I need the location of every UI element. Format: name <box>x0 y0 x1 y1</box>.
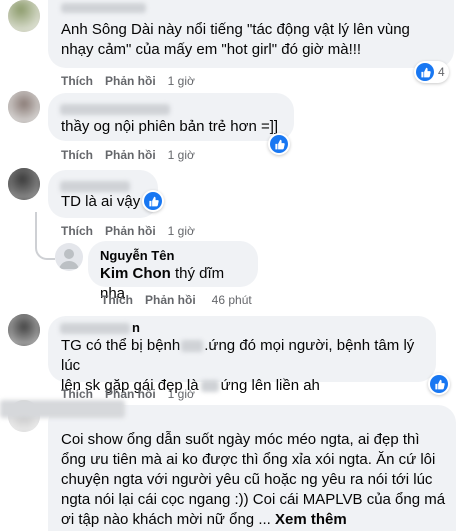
default-avatar[interactable] <box>55 243 83 271</box>
comment-bubble: Anh Sông Dài này nổi tiếng "tác động vật… <box>48 0 454 68</box>
reaction-summary[interactable] <box>428 373 450 395</box>
like-icon <box>144 192 162 210</box>
thread-line <box>35 212 37 242</box>
blurred-author-name <box>60 99 170 119</box>
like-link[interactable]: Thích <box>61 224 93 238</box>
reply-bubble: Nguyễn Tên Kim Chon thý dĩm nha <box>88 241 258 302</box>
comment-text: TG có thể bị bệnh .ứng đó mọi người, bệnh… <box>61 337 415 374</box>
comment-text: thầy og nội phiên bản trẻ hơn =]] <box>61 118 279 135</box>
timestamp[interactable]: 1 giờ <box>168 148 195 162</box>
user-silhouette-icon <box>59 249 79 269</box>
reaction-summary[interactable] <box>142 190 164 212</box>
like-icon <box>430 375 448 393</box>
avatar[interactable] <box>8 91 40 123</box>
comment-author[interactable]: Nguyễn Tên <box>100 247 246 264</box>
reaction-count: 4 <box>438 65 445 79</box>
comment-actions: Thích Phản hồi 1 giờ <box>61 224 195 238</box>
censored-text <box>200 380 219 393</box>
avatar[interactable] <box>8 168 40 200</box>
comment-text: Coi show ổng dẫn suốt ngày móc méo ngta,… <box>61 431 420 448</box>
comment-actions: Thích Phản hồi 46 phút <box>101 293 252 307</box>
comment-text: chuyện ngta với người yêu cũ hoặc ng yêu… <box>61 471 433 488</box>
reaction-summary[interactable] <box>268 133 290 155</box>
see-more-link[interactable]: Xem thêm <box>275 511 347 528</box>
reply-link[interactable]: Phản hồi <box>105 74 156 88</box>
censored-text <box>181 340 204 353</box>
timestamp[interactable]: 1 giờ <box>168 224 195 238</box>
like-link[interactable]: Thích <box>61 74 93 88</box>
timestamp[interactable]: 1 giờ <box>168 74 195 88</box>
like-link[interactable]: Thích <box>101 293 133 307</box>
timestamp[interactable]: 46 phút <box>212 293 252 307</box>
blurred-author-name <box>0 399 125 419</box>
blurred-author-name <box>61 0 146 14</box>
comment-text: ổng ưu tiên mà ai ko được thì ổng xỉa xó… <box>61 451 436 468</box>
tagged-user[interactable]: Kim Chon <box>100 265 171 282</box>
avatar[interactable] <box>8 314 40 346</box>
reply-link[interactable]: Phản hồi <box>105 224 156 238</box>
comment-bubble: TD là ai vậy <box>48 170 158 218</box>
comment-bubble: n TG có thể bị bệnh .ứng đó mọi người, bệ… <box>48 316 436 394</box>
reply-link[interactable]: Phản hồi <box>145 293 196 307</box>
blurred-author-name <box>60 176 130 196</box>
comment-actions: Thích Phản hồi 1 giờ <box>61 74 195 88</box>
reply-link[interactable]: Phản hồi <box>105 148 156 162</box>
comment-bubble: thầy og nội phiên bản trẻ hơn =]] <box>48 93 294 141</box>
timestamp[interactable]: 1 giờ <box>168 387 195 401</box>
comment-text: Anh Sông Dài này nổi tiếng "tác động vật… <box>61 21 410 38</box>
comment-text: nhạy cảm" của mấy em "hot girl" đó giờ m… <box>61 41 362 58</box>
thread-line <box>35 240 55 260</box>
reaction-summary[interactable]: 4 <box>414 61 449 83</box>
comment-text: ngta nói lại cái cọc ngang :)) Coi cái M… <box>61 491 446 508</box>
comment-bubble: Coi show ổng dẫn suốt ngày móc méo ngta,… <box>0 400 456 531</box>
comment-author[interactable]: n <box>60 320 140 336</box>
like-icon <box>270 135 288 153</box>
like-link[interactable]: Thích <box>61 148 93 162</box>
avatar[interactable] <box>8 0 40 32</box>
comment-text: ơi tập nào khách mời nữ ổng ... Xem thêm <box>61 511 347 528</box>
like-icon <box>416 63 434 81</box>
comment-actions: Thích Phản hồi 1 giờ <box>61 148 195 162</box>
